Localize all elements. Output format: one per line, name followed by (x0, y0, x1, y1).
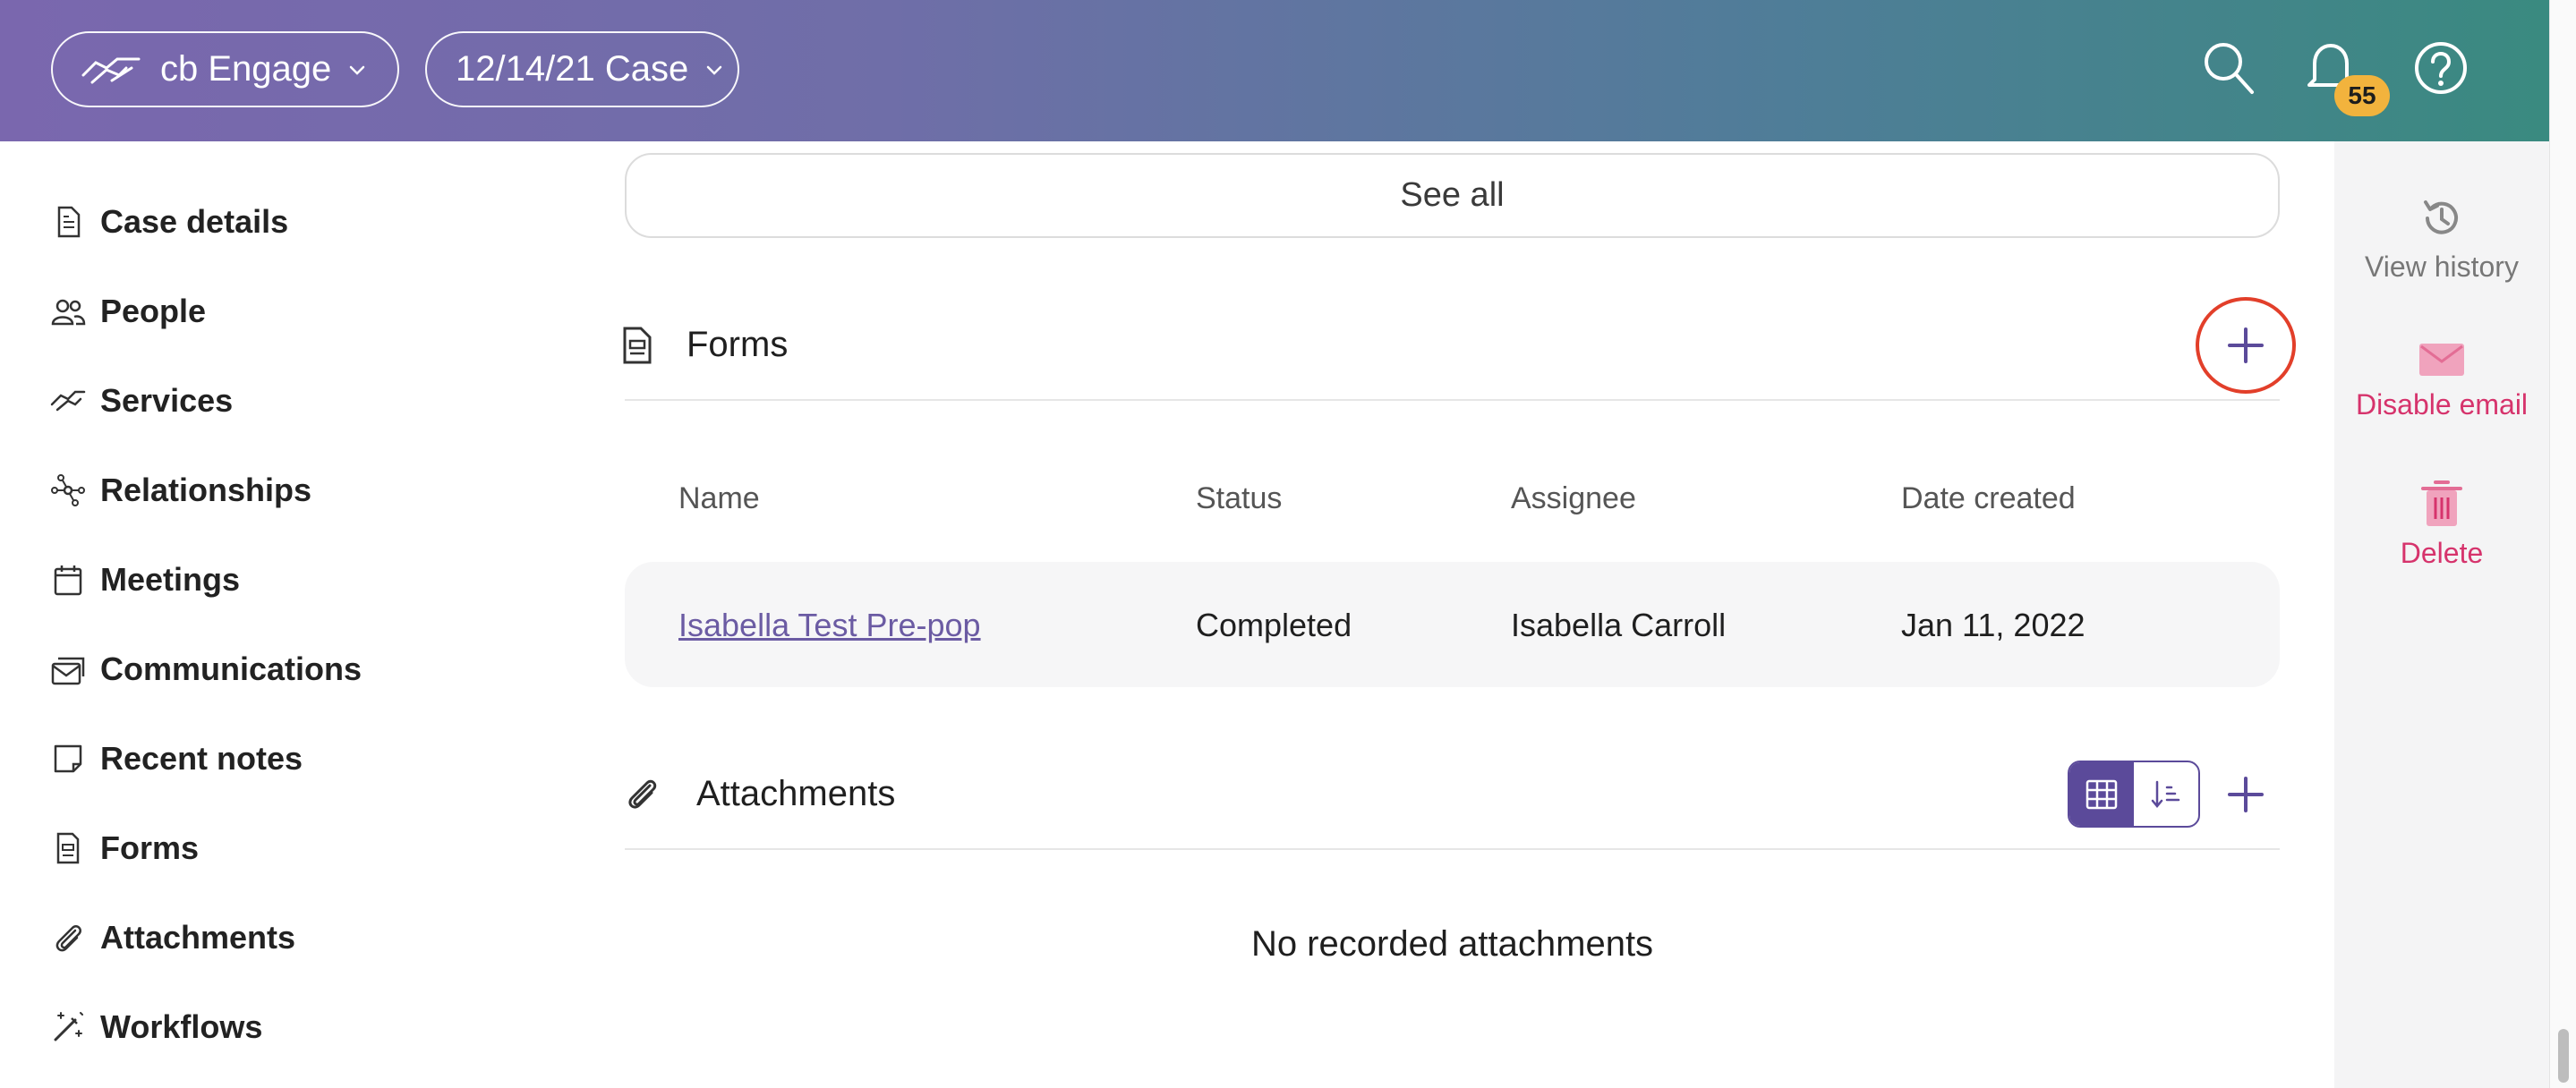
page-scrollbar-track[interactable] (2549, 0, 2576, 1088)
delete-label: Delete (2400, 537, 2484, 569)
sidebar-item-label: Attachments (100, 919, 296, 956)
column-header-status[interactable]: Status (1196, 481, 1282, 516)
view-history-label: View history (2365, 251, 2519, 283)
table-row[interactable]: Isabella Test Pre-pop Completed Isabella… (625, 562, 2280, 687)
sidebar-item-label: Forms (100, 829, 200, 866)
form-icon (623, 327, 652, 364)
sidebar-item-attachments[interactable]: Attachments (50, 911, 295, 965)
grid-icon (2086, 779, 2118, 809)
main-card: See all Forms Name Status Assignee Date … (571, 141, 2334, 1088)
column-header-assignee[interactable]: Assignee (1511, 481, 1636, 516)
attachments-view-toggle (2068, 761, 2200, 828)
app-switcher-button[interactable]: cb Engage (51, 31, 399, 107)
form-icon (56, 832, 80, 864)
notification-badge: 55 (2334, 75, 2390, 116)
network-icon (51, 474, 85, 506)
sidebar-item-label: Relationships (100, 472, 312, 508)
sidebar-item-label: Services (100, 382, 234, 419)
handshake-icon (50, 390, 86, 412)
calendar-icon (54, 565, 82, 596)
sidebar: Case details People Services Relationshi… (0, 141, 571, 1088)
sidebar-item-label: People (100, 293, 207, 329)
history-icon (2424, 200, 2458, 234)
sidebar-item-relationships[interactable]: Relationships (50, 463, 311, 517)
form-status: Completed (1196, 607, 1352, 643)
disable-email-button[interactable]: Disable email (2334, 340, 2549, 421)
attachments-section-title: Attachments (696, 774, 896, 813)
handshake-logo-icon (81, 57, 141, 83)
sidebar-item-workflows[interactable]: Workflows (50, 1000, 262, 1054)
magic-wand-icon (54, 1012, 83, 1041)
grid-view-button[interactable] (2069, 762, 2134, 826)
column-header-date-created[interactable]: Date created (1901, 481, 2076, 516)
app-switcher-label: cb Engage (160, 49, 332, 89)
sort-button[interactable] (2134, 762, 2198, 826)
disable-email-label: Disable email (2355, 388, 2529, 421)
sidebar-item-meetings[interactable]: Meetings (50, 553, 240, 607)
sidebar-item-case-details[interactable]: Case details (50, 195, 288, 249)
document-icon (57, 206, 81, 238)
sidebar-item-label: Workflows (100, 1008, 263, 1045)
chevron-down-icon (350, 65, 365, 75)
sidebar-item-label: Communications (100, 650, 363, 687)
sidebar-item-communications[interactable]: Communications (50, 642, 362, 696)
search-icon[interactable] (2202, 40, 2256, 96)
forms-section-title: Forms (687, 325, 789, 364)
form-name-link[interactable]: Isabella Test Pre-pop (678, 607, 981, 644)
sidebar-item-recent-notes[interactable]: Recent notes (50, 732, 303, 786)
paperclip-icon (55, 925, 81, 952)
attachments-divider (625, 848, 2280, 850)
people-icon (51, 299, 86, 326)
help-icon[interactable] (2413, 40, 2469, 96)
mail-stack-icon (51, 657, 85, 685)
view-history-button[interactable]: View history (2334, 195, 2549, 284)
sidebar-item-label: Meetings (100, 561, 241, 598)
case-switcher-label: 12/14/21 Case (456, 49, 689, 89)
sidebar-item-services[interactable]: Services (50, 374, 233, 428)
paperclip-icon (628, 779, 657, 809)
add-attachment-button[interactable] (2227, 776, 2265, 813)
envelope-icon (2419, 344, 2464, 376)
attachments-empty-state: No recorded attachments (1250, 924, 1654, 964)
page-scrollbar-thumb[interactable] (2558, 1029, 2569, 1083)
see-all-button[interactable]: See all (625, 153, 2280, 238)
sidebar-item-label: Recent notes (100, 740, 303, 777)
sort-icon (2151, 780, 2180, 808)
main-content: See all Forms Name Status Assignee Date … (571, 141, 2334, 1088)
sidebar-item-label: Case details (100, 203, 289, 240)
case-switcher-button[interactable]: 12/14/21 Case (425, 31, 739, 107)
top-header: cb Engage 12/14/21 Case 55 (0, 0, 2549, 141)
form-assignee: Isabella Carroll (1511, 607, 1727, 643)
note-icon (54, 744, 82, 773)
chevron-down-icon (706, 65, 722, 75)
form-date-created: Jan 11, 2022 (1901, 607, 2086, 643)
add-form-button[interactable] (2227, 327, 2265, 364)
column-header-name[interactable]: Name (678, 481, 760, 516)
forms-divider (625, 399, 2280, 401)
sidebar-item-people[interactable]: People (50, 285, 206, 338)
sidebar-item-forms[interactable]: Forms (50, 821, 199, 875)
trash-icon (2421, 480, 2462, 526)
action-rail: View history Disable email Delete (2334, 141, 2549, 1088)
delete-button[interactable]: Delete (2334, 480, 2549, 570)
